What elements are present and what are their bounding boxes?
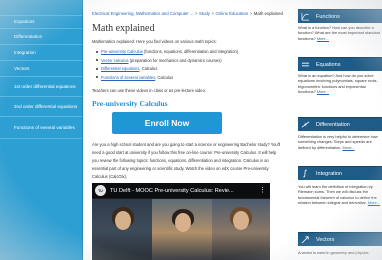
video-title-bar: TU TU Delft - MOOC Pre-university Calcul… [92,183,270,198]
more-link[interactable]: More... [343,145,355,150]
sidebar-item-differentiation[interactable]: Differentiation [0,29,82,45]
panel-heading-label: Differentiation [316,121,350,128]
channel-logo[interactable]: TU [95,185,106,196]
bullet-icon [96,76,98,79]
bullet-icon [96,59,98,62]
panel-heading-equations[interactable]: Equations [298,57,382,71]
intro-text: Mathematics explained: Here you find vid… [92,39,217,44]
list-item: Differential equations, Calculus [96,65,238,74]
breadcrumb-current: Math explained [253,11,283,16]
page: Equations Differentiation Integration Ve… [0,0,382,260]
panel-heading-label: Integration [316,170,342,177]
more-link[interactable]: More... [317,36,329,41]
video-thumbnail-panel [152,199,212,260]
left-sidebar-nav: Equations Differentiation Integration Ve… [0,0,83,260]
more-link[interactable]: More... [368,200,380,205]
sidebar-item-1st-order-de[interactable]: 1st order differential equations [0,77,82,97]
breadcrumb-link-study[interactable]: Study [199,11,210,16]
list-item: Functions of several variables, Calculus [96,74,238,83]
panel-heading-label: Functions [316,13,340,20]
sidebar-item-label: 1st order differential equations [14,83,76,89]
sidebar-item-label: Differentiation [14,33,43,39]
panel-text: You will learn the definition of integra… [298,184,377,206]
course-description: Are you a high school student and are yo… [92,142,281,179]
enroll-now-button[interactable]: Enroll Now [112,112,222,134]
panel-heading-differentiation[interactable]: Differentiation [298,117,382,131]
topic-description: (preparation for mechanics and dynamics … [128,57,222,63]
panel-heading-integration[interactable]: Integration [298,166,382,180]
topic-link-several-variables[interactable]: Functions of several variables [101,75,155,80]
topic-link-differential-equations[interactable]: Differential equations [101,66,139,71]
video-title[interactable]: TU Delft - MOOC Pre-university Calculus:… [110,188,259,194]
video-player[interactable]: TU TU Delft - MOOC Pre-university Calcul… [92,183,270,260]
sidebar-item-equations[interactable]: Equations [0,16,82,29]
video-thumbnail-panel [92,199,152,260]
video-thumbnail-panel [212,199,270,260]
panel-description: What is an equation? And how do you solv… [298,73,382,95]
breadcrumb: Electrical Engineering, Mathematics and … [92,11,288,16]
panel-text: A vector is used in geometry and physics… [298,250,370,255]
list-item: Pre-university Calculus (functions, equa… [96,48,238,57]
topic-description: , Calculus [139,66,158,71]
topic-description: (functions, equations, differentiation a… [142,49,239,54]
panel-heading-label: Vectors [316,236,335,243]
panel-heading-label: Equations [316,61,341,68]
channel-logo-text: TU [98,188,103,193]
panel-description: You will learn the definition of integra… [298,184,382,206]
person-face [233,211,249,230]
panel-description: A vector is used in geometry and physics… [298,250,382,255]
integral-icon [300,167,311,181]
panel-description: Differentiation is very helpful to deter… [298,134,382,150]
bullet-icon [96,50,98,53]
main-content: Electrical Engineering, Mathematics and … [92,0,290,260]
topic-link-pre-university-calculus[interactable]: Pre-university Calculus [101,49,143,54]
function-graph-icon [300,10,311,24]
panel-text: What is an equation? And how do you solv… [298,73,378,95]
sidebar-item-integration[interactable]: Integration [0,45,82,61]
derivative-icon [300,118,311,132]
panel-heading-functions[interactable]: Functions [298,9,382,23]
sidebar-item-label: Integration [14,49,36,55]
vector-arrow-icon [300,233,311,247]
more-vertical-icon[interactable]: ⋮ [259,187,266,194]
sidebar-item-label: 2nd order differential equations [14,103,78,109]
topic-description: , Calculus [155,74,174,80]
page-title: Math explained [92,23,155,34]
right-sidebar: Functions What is a function? How can yo… [298,0,382,260]
breadcrumb-link-faculty[interactable]: Electrical Engineering, Mathematics and … [92,11,194,16]
sidebar-item-several-variables[interactable]: Functions of several variables [0,117,82,139]
topic-link-vector-calculus[interactable]: Vector calculus [101,58,129,63]
topic-list: Pre-university Calculus (functions, equa… [96,48,238,82]
equation-icon [300,58,311,72]
sidebar-item-vectors[interactable]: Vectors [0,61,82,77]
list-item: Vector calculus (preparation for mechani… [96,57,238,66]
panel-text: What is a function? How can you describe… [298,25,381,41]
panel-description: What is a function? How can you describe… [298,25,382,41]
bullet-icon [96,67,98,70]
sidebar-item-label: Vectors [14,65,30,71]
more-link[interactable]: More... [317,89,329,94]
teacher-note: Teachers can use these videos in class o… [92,88,207,93]
sidebar-item-label: Functions of several variables [14,124,75,130]
breadcrumb-link-online-education[interactable]: Online Education [216,11,249,16]
panel-text: Differentiation is very helpful to deter… [298,134,378,150]
sidebar-item-label: Equations [14,19,35,25]
person-face [115,211,131,230]
person-face [175,213,191,232]
panel-heading-vectors[interactable]: Vectors [298,232,382,246]
course-title: Pre-university Calculus [92,99,168,108]
sidebar-item-2nd-order-de[interactable]: 2nd order differential equations [0,97,82,117]
sidebar-item-functions[interactable] [0,0,82,16]
